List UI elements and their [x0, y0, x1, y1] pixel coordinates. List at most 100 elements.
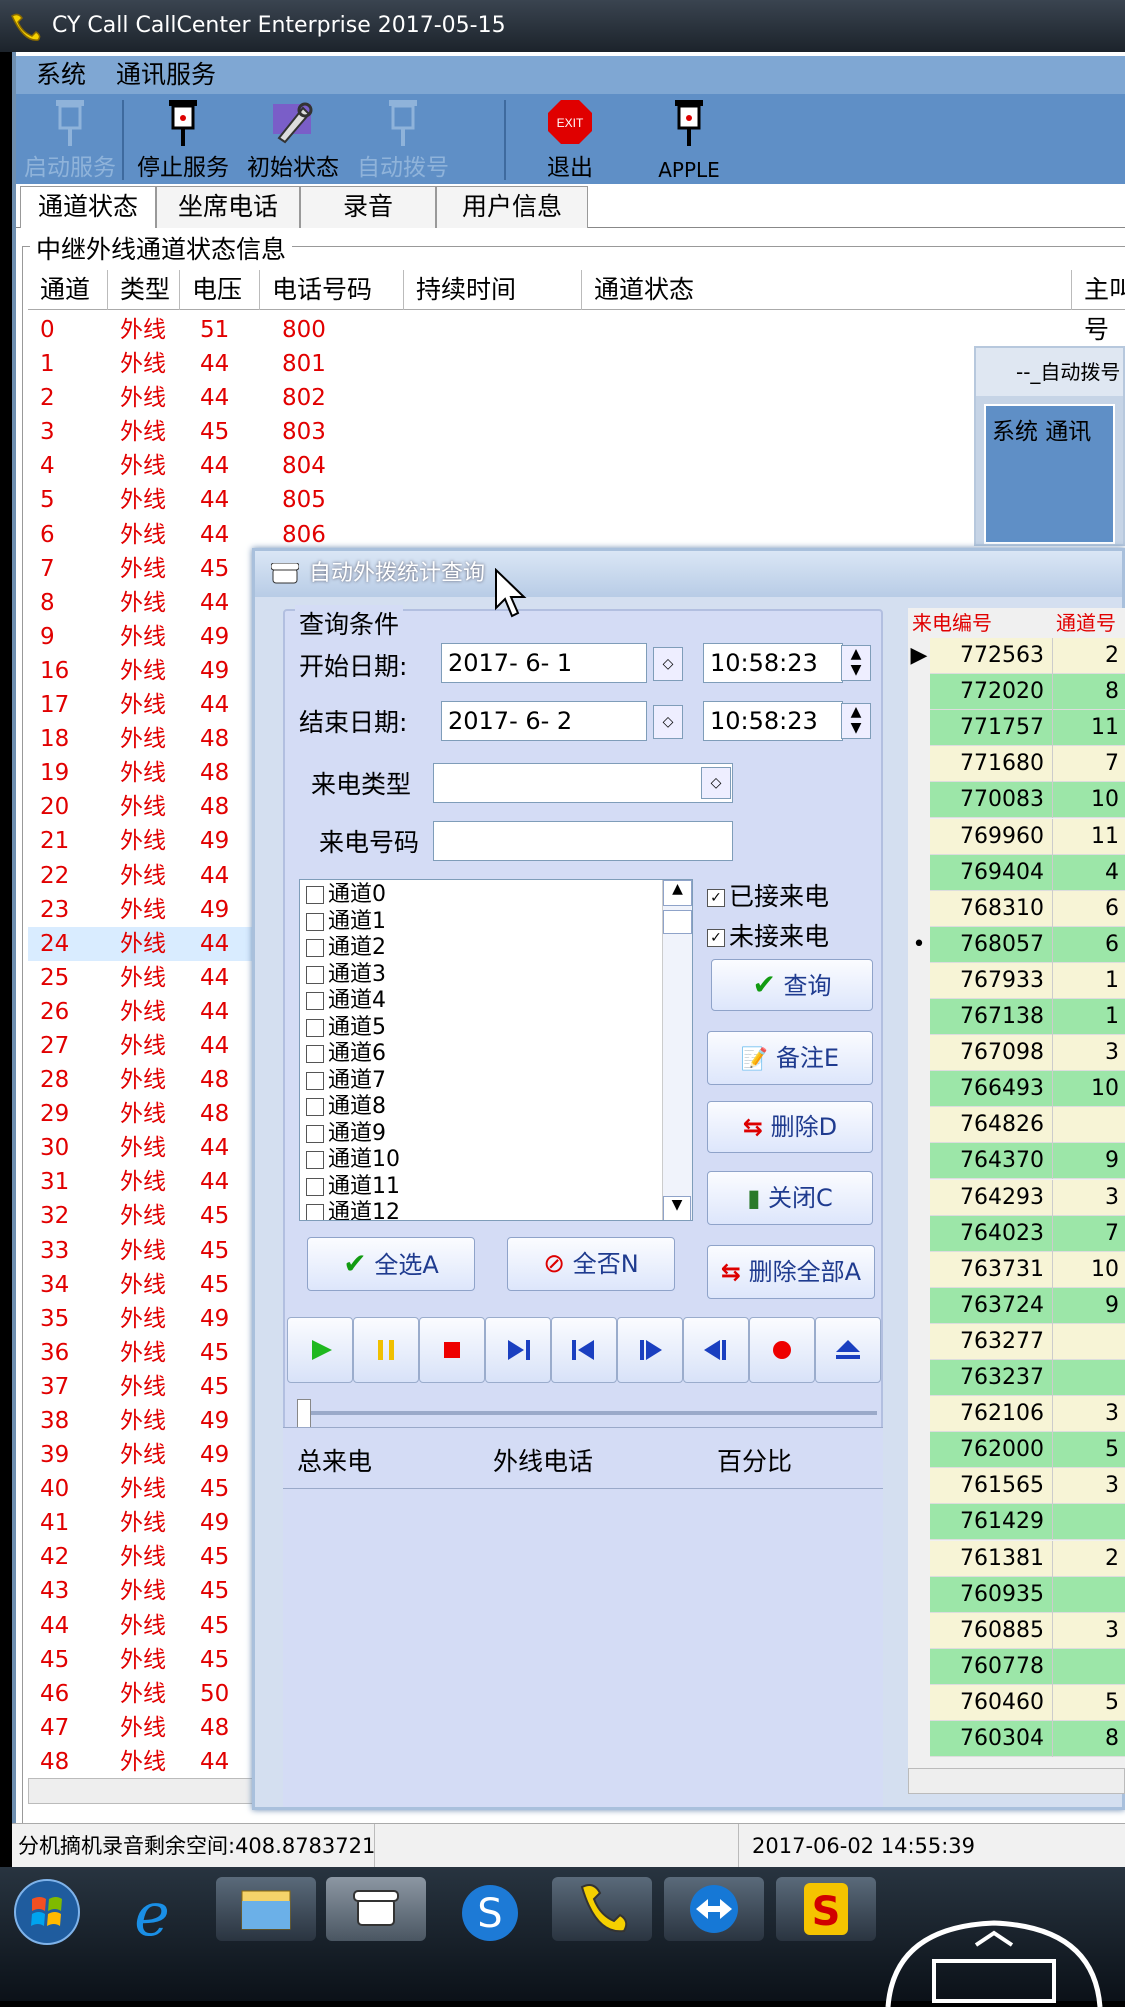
col-type[interactable]: 类型: [108, 270, 180, 310]
call-row[interactable]: 760885 3: [908, 1612, 1125, 1649]
call-row[interactable]: 770083 10: [908, 782, 1125, 819]
scroll-thumb[interactable]: [663, 910, 692, 934]
missed-checkbox[interactable]: ✓ 未接来电: [707, 917, 829, 953]
channel-checkbox-item[interactable]: 通道5: [306, 1015, 692, 1042]
call-row[interactable]: 760778: [908, 1648, 1125, 1685]
channel-checkbox-item[interactable]: 通道9: [306, 1121, 692, 1148]
call-grid-hscroll[interactable]: [908, 1768, 1125, 1794]
checkbox[interactable]: [306, 1124, 324, 1143]
auto-dial-button[interactable]: 自动拨号: [348, 94, 458, 184]
call-row[interactable]: 768310 6: [908, 890, 1125, 927]
tab-user-info[interactable]: 用户信息: [436, 186, 588, 228]
start-orb-icon[interactable]: [12, 1877, 82, 1947]
scroll-up-icon[interactable]: ▲: [663, 880, 692, 906]
call-row[interactable]: 763731 10: [908, 1251, 1125, 1288]
callcenter-app-icon[interactable]: [552, 1877, 652, 1941]
checklist-scrollbar[interactable]: ▲ ▼: [662, 880, 692, 1220]
background-auto-dial-window[interactable]: --_自动拨号 系统 通讯: [974, 346, 1125, 546]
channel-checkbox-item[interactable]: 通道1: [306, 909, 692, 936]
checkbox[interactable]: [306, 1098, 324, 1116]
call-row[interactable]: 761565 3: [908, 1468, 1125, 1505]
call-row[interactable]: 771757 11: [908, 710, 1125, 747]
call-row[interactable]: 763277: [908, 1323, 1125, 1360]
call-row[interactable]: 764293 3: [908, 1179, 1125, 1216]
start-time-spinner[interactable]: ▲ ▼: [841, 645, 871, 681]
call-row[interactable]: 764023 7: [908, 1215, 1125, 1252]
col-state[interactable]: 通道状态: [582, 270, 1072, 310]
channel-row[interactable]: 1外线44801忙音时间...空闲: [28, 347, 328, 381]
call-row[interactable]: 763724 9: [908, 1287, 1125, 1324]
channel-checkbox-item[interactable]: 通道0: [306, 882, 692, 909]
first-icon[interactable]: [551, 1317, 617, 1383]
call-row[interactable]: 767098 3: [908, 1035, 1125, 1072]
channel-checkbox-item[interactable]: 通道7: [306, 1068, 692, 1095]
menu-comm-service[interactable]: 通讯服务: [116, 60, 216, 89]
call-row[interactable]: 761429: [908, 1504, 1125, 1541]
start-service-button[interactable]: 启动服务: [20, 94, 120, 184]
channel-checkbox-item[interactable]: 通道4: [306, 988, 692, 1015]
pause-icon[interactable]: [353, 1317, 419, 1383]
col-voltage[interactable]: 电压: [180, 270, 260, 310]
menu-system[interactable]: 系统: [36, 60, 86, 89]
call-type-dropdown-icon[interactable]: ◇: [701, 767, 731, 799]
apple-button[interactable]: APPLE: [634, 94, 744, 184]
checkbox[interactable]: [306, 1071, 324, 1090]
col-channel[interactable]: 通道: [28, 270, 108, 310]
start-date-picker[interactable]: ◇: [653, 647, 683, 681]
call-row[interactable]: 764370 9: [908, 1143, 1125, 1180]
call-row[interactable]: 764826: [908, 1107, 1125, 1144]
tab-seat-phone[interactable]: 坐席电话: [156, 186, 300, 228]
channel-row[interactable]: 3外线45803忙音时间...空闲: [28, 415, 328, 449]
exit-button[interactable]: EXIT 退出: [520, 94, 620, 184]
phone-app-icon[interactable]: [326, 1877, 426, 1941]
checkbox[interactable]: [306, 1018, 324, 1037]
query-button[interactable]: ✔ 查询: [711, 959, 873, 1011]
play-icon[interactable]: [287, 1317, 353, 1383]
sogou-input-icon[interactable]: S: [776, 1877, 876, 1941]
call-grid-header-id[interactable]: 来电编号: [912, 608, 1012, 638]
select-all-button[interactable]: ✔ 全选A: [307, 1237, 475, 1291]
step-forward-icon[interactable]: [617, 1317, 683, 1383]
channel-checkbox-item[interactable]: 通道11: [306, 1174, 692, 1201]
record-icon[interactable]: [749, 1317, 815, 1383]
call-row[interactable]: 762000 5: [908, 1432, 1125, 1469]
col-duration[interactable]: 持续时间: [404, 270, 582, 310]
seek-track[interactable]: [297, 1411, 877, 1415]
channel-row[interactable]: 0外线51800通话时间:64空闲: [28, 313, 328, 347]
caller-number-input[interactable]: [433, 821, 733, 861]
eject-icon[interactable]: [815, 1317, 881, 1383]
call-grid[interactable]: 来电编号 通道号 ▶ 772563 2 772020 8 771757 11 771680 7 7…: [908, 608, 1125, 1794]
scroll-down-icon[interactable]: ▼: [663, 1196, 691, 1220]
keyboard-icon[interactable]: [884, 1917, 1104, 2007]
channel-row[interactable]: 4外线44804忙音时间...空闲: [28, 449, 328, 483]
seek-thumb[interactable]: [297, 1399, 311, 1429]
channel-row[interactable]: 6外线44806通话时间:96空闲: [28, 518, 328, 552]
channel-checkbox-item[interactable]: 通道12: [306, 1200, 692, 1220]
call-row[interactable]: 769404 4: [908, 854, 1125, 891]
next-icon[interactable]: [485, 1317, 551, 1383]
call-row[interactable]: • 768057 6: [908, 926, 1125, 963]
stop-icon[interactable]: [419, 1317, 485, 1383]
channel-checkbox-item[interactable]: 通道10: [306, 1147, 692, 1174]
call-row[interactable]: 772020 8: [908, 674, 1125, 711]
call-row[interactable]: 763237: [908, 1360, 1125, 1397]
call-row[interactable]: 767933 1: [908, 962, 1125, 999]
step-back-icon[interactable]: [683, 1317, 749, 1383]
checkbox[interactable]: [306, 912, 324, 931]
tab-channel-status[interactable]: 通道状态: [20, 186, 156, 228]
call-row[interactable]: 760304 8: [908, 1721, 1125, 1758]
call-row[interactable]: 771680 7: [908, 746, 1125, 783]
dialog-title-bar[interactable]: 自动外拨统计查询: [255, 551, 1122, 597]
delete-all-button[interactable]: ⇆ 删除全部A: [707, 1245, 875, 1299]
window-title-bar[interactable]: CY Call CallCenter Enterprise 2017-05-15: [0, 0, 1125, 52]
call-row[interactable]: 766493 10: [908, 1071, 1125, 1108]
channel-checkbox-item[interactable]: 通道3: [306, 962, 692, 989]
teamviewer-icon[interactable]: [664, 1877, 764, 1941]
call-row[interactable]: 761381 2: [908, 1540, 1125, 1577]
channel-row[interactable]: 2外线44802忙音时间...空闲: [28, 381, 328, 415]
call-grid-header-channel[interactable]: 通道号: [1056, 608, 1116, 638]
call-row[interactable]: 769960 11: [908, 818, 1125, 855]
start-date-input[interactable]: 2017- 6- 1: [441, 643, 647, 683]
call-row[interactable]: 760935: [908, 1576, 1125, 1613]
col-phone[interactable]: 电话号码: [260, 270, 404, 310]
